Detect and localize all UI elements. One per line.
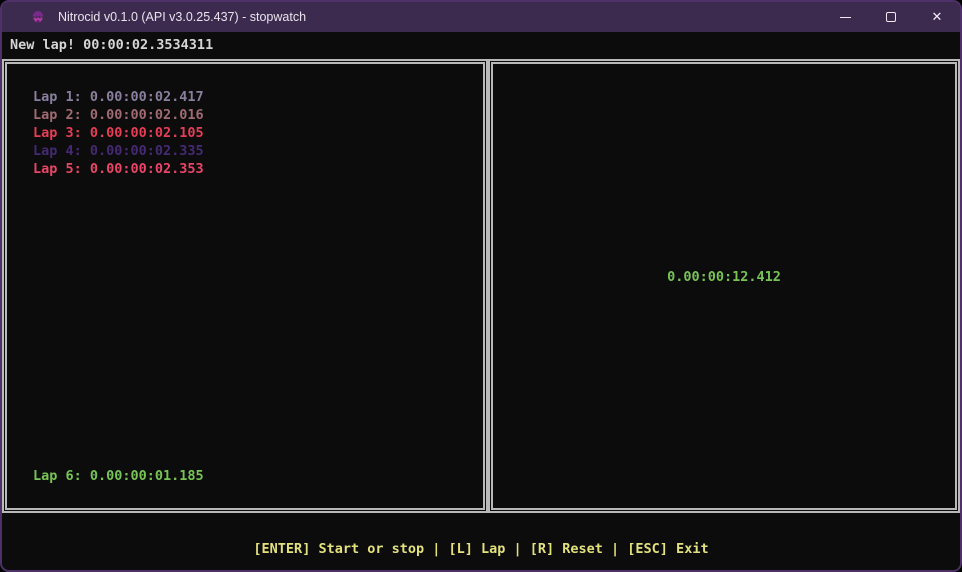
current-lap: Lap 6: 0.00:00:01.185	[33, 468, 204, 484]
lap-row: Lap 5: 0.00:00:02.353	[33, 160, 204, 178]
status-line: New lap! 00:00:02.3534311	[10, 37, 213, 53]
window-title: Nitrocid v0.1.0 (API v3.0.25.437) - stop…	[58, 10, 822, 24]
lap-list: Lap 1: 0.00:00:02.417Lap 2: 0.00:00:02.0…	[33, 88, 204, 178]
lap-row: Lap 4: 0.00:00:02.335	[33, 142, 204, 160]
elapsed-panel: 0.00:00:12.412	[488, 59, 960, 513]
minimize-button[interactable]	[822, 2, 868, 32]
lap-row: Lap 3: 0.00:00:02.105	[33, 124, 204, 142]
nitrocid-logo-icon	[30, 9, 46, 25]
lap-row: Lap 1: 0.00:00:02.417	[33, 88, 204, 106]
terminal-window: Nitrocid v0.1.0 (API v3.0.25.437) - stop…	[0, 0, 962, 572]
maximize-icon	[886, 12, 896, 22]
elapsed-time: 0.00:00:12.412	[667, 269, 781, 285]
help-bar: [ENTER] Start or stop | [L] Lap | [R] Re…	[2, 541, 960, 557]
terminal-content: New lap! 00:00:02.3534311 Lap 1: 0.00:00…	[2, 32, 960, 570]
title-bar[interactable]: Nitrocid v0.1.0 (API v3.0.25.437) - stop…	[2, 2, 960, 32]
maximize-button[interactable]	[868, 2, 914, 32]
minimize-icon	[840, 17, 851, 18]
laps-panel: Lap 1: 0.00:00:02.417Lap 2: 0.00:00:02.0…	[2, 59, 488, 513]
lap-row: Lap 2: 0.00:00:02.016	[33, 106, 204, 124]
close-icon: ✕	[932, 11, 943, 24]
stopwatch-panels: Lap 1: 0.00:00:02.417Lap 2: 0.00:00:02.0…	[2, 59, 960, 513]
close-button[interactable]: ✕	[914, 2, 960, 32]
window-controls: ✕	[822, 2, 960, 32]
